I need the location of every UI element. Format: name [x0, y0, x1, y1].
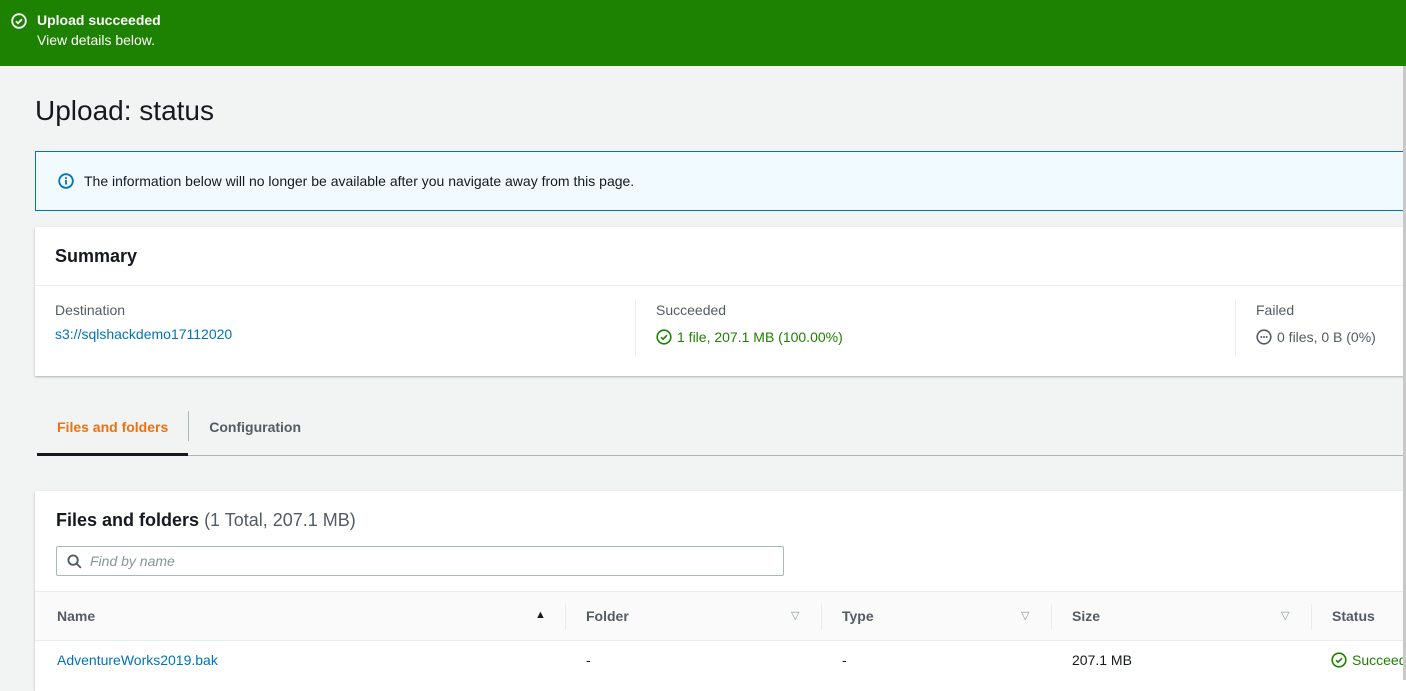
info-text: The information below will no longer be …: [84, 173, 635, 189]
info-icon: [58, 173, 74, 189]
size-cell: 207.1 MB: [1072, 652, 1132, 668]
column-header-type[interactable]: Type: [842, 592, 874, 640]
destination-label: Destination: [55, 302, 126, 318]
search-input[interactable]: Find by name: [56, 546, 784, 576]
column-header-name[interactable]: Name: [57, 592, 95, 640]
summary-title: Summary: [35, 227, 1406, 286]
failed-label: Failed: [1256, 302, 1295, 318]
folder-cell: -: [586, 652, 591, 668]
page-title: Upload: status: [35, 95, 214, 126]
succeeded-label: Succeeded: [656, 302, 727, 318]
destination-field: Destination s3://sqlshackdemo17112020: [55, 302, 232, 342]
check-circle-icon: [11, 13, 27, 29]
status-text: Succeed: [1352, 652, 1406, 668]
type-cell: -: [842, 652, 847, 668]
tab-files-and-folders[interactable]: Files and folders: [37, 405, 189, 456]
column-header-status[interactable]: Status: [1332, 592, 1375, 640]
success-flash-banner: Upload succeeded View details below.: [0, 0, 1406, 66]
files-panel: Files and folders (1 Total, 207.1 MB) Fi…: [35, 491, 1406, 691]
check-circle-icon: [1331, 652, 1347, 668]
sort-ascending-icon[interactable]: ▲: [535, 609, 546, 621]
succeeded-field: Succeeded 1 file, 207.1 MB (100.00%): [656, 302, 843, 345]
failed-value: 0 files, 0 B (0%): [1277, 329, 1376, 345]
column-header-size[interactable]: Size: [1072, 592, 1100, 640]
table-header: Name ▲ Folder ▽ Type ▽ Size ▽ Status: [35, 591, 1406, 641]
failed-field: Failed 0 files, 0 B (0%): [1256, 302, 1376, 345]
files-count: (1 Total, 207.1 MB): [204, 510, 356, 530]
sort-icon[interactable]: ▽: [1021, 609, 1029, 622]
search-placeholder: Find by name: [90, 553, 175, 569]
check-circle-icon: [656, 329, 672, 345]
destination-link[interactable]: s3://sqlshackdemo17112020: [55, 326, 232, 342]
pending-circle-icon: [1256, 329, 1272, 345]
flash-detail: View details below.: [37, 32, 156, 48]
tab-bar: Files and folders Configuration: [37, 405, 1406, 456]
summary-panel: Summary Destination s3://sqlshackdemo171…: [35, 227, 1406, 376]
tab-configuration[interactable]: Configuration: [189, 405, 321, 455]
succeeded-value: 1 file, 207.1 MB (100.00%): [677, 329, 843, 345]
info-alert: The information below will no longer be …: [35, 151, 1406, 211]
column-header-folder[interactable]: Folder: [586, 592, 629, 640]
flash-title: Upload succeeded: [37, 12, 161, 28]
sort-icon[interactable]: ▽: [791, 609, 799, 622]
search-icon: [67, 553, 82, 569]
sort-icon[interactable]: ▽: [1281, 609, 1289, 622]
file-name-link[interactable]: AdventureWorks2019.bak: [57, 652, 218, 668]
files-title: Files and folders: [56, 510, 200, 530]
status-cell: Succeed: [1331, 652, 1406, 668]
